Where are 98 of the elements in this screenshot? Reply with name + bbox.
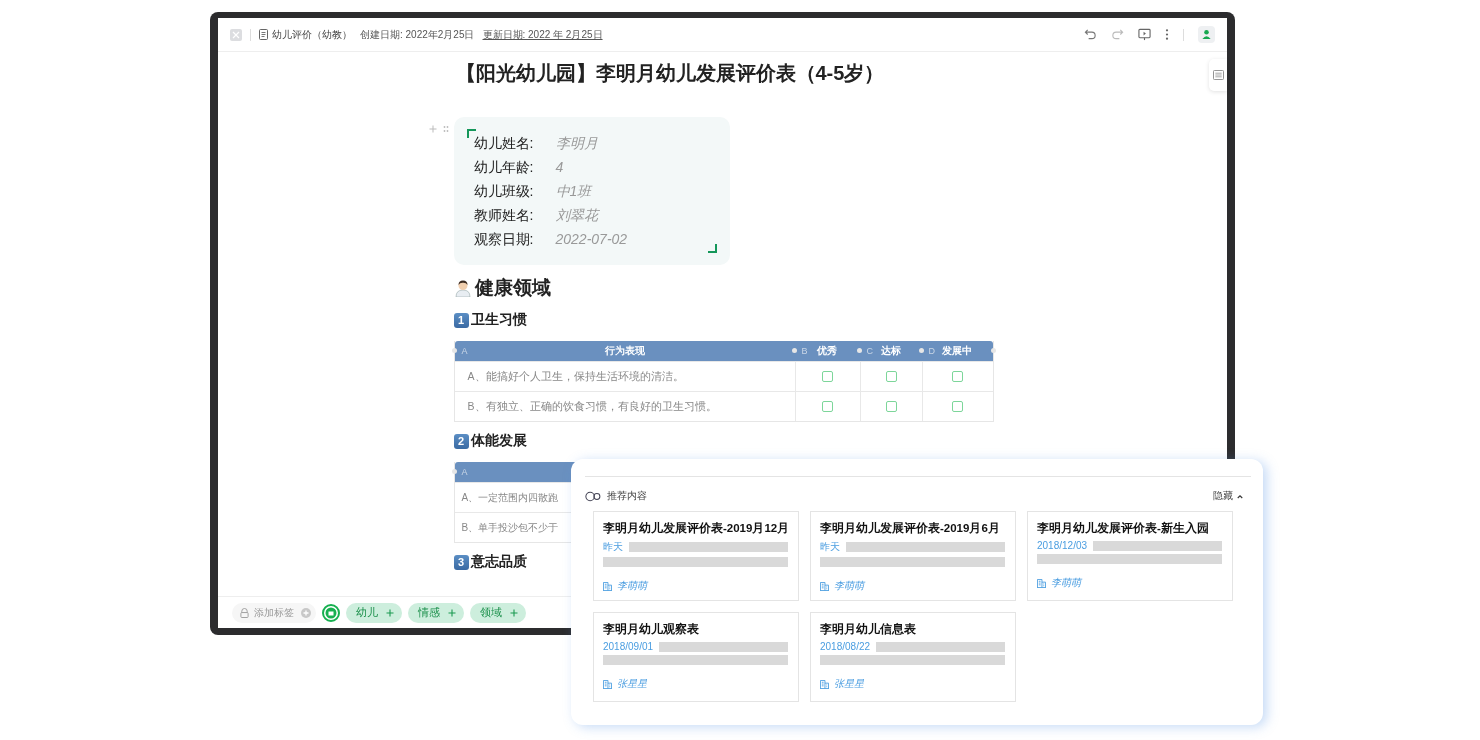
field-label: 幼儿班级: [473, 182, 535, 201]
drag-handle-icon[interactable] [442, 125, 449, 133]
column-header: 行为表现 [604, 344, 645, 358]
field-value: 4 [555, 158, 564, 177]
column-header: 达标 [880, 344, 901, 358]
document-title: 幼儿评价（幼教） [272, 27, 352, 42]
field-label: 教师姓名: [473, 206, 535, 225]
tag-chip[interactable]: 情感 [408, 602, 464, 623]
plus-icon[interactable] [386, 608, 394, 617]
section-heading: 健康领域 [474, 276, 551, 300]
more-icon[interactable] [1165, 28, 1169, 41]
field-value: 2022-07-02 [555, 230, 628, 249]
checkbox[interactable] [822, 371, 833, 382]
table-cell: B、有独立、正确的饮食习惯，有良好的卫生习惯。 [467, 399, 717, 414]
card-title: 李明月幼儿发展评价表-2019月6月 [820, 521, 1001, 536]
column-handle-icon[interactable] [791, 348, 797, 353]
caret-up-icon [1237, 493, 1243, 499]
corner-bracket-icon [466, 129, 476, 138]
outline-button[interactable] [1209, 59, 1227, 91]
column-letter: B [801, 346, 808, 356]
card-title: 李明月幼儿信息表 [820, 622, 917, 637]
tag-chip[interactable]: 领域 [470, 602, 526, 623]
card-title: 李明月幼儿观察表 [603, 622, 700, 637]
card-title: 李明月幼儿发展评价表-新生入园 [1037, 521, 1210, 536]
number-badge: 1 [453, 312, 469, 328]
table-cell: A、一定范围内四散跑 [461, 490, 559, 505]
card-date: 2018/09/01 [603, 641, 654, 652]
number-badge: 2 [453, 433, 469, 449]
column-handle-icon[interactable] [451, 469, 457, 474]
column-handle-icon[interactable] [990, 348, 996, 353]
updated-date-link[interactable]: 更新日期: 2022 年 2月25日 [482, 27, 603, 42]
subsection-heading: 体能发展 [470, 432, 527, 450]
document-card[interactable]: 李明月幼儿观察表 2018/09/01 张星星 [593, 612, 799, 702]
card-title: 李明月幼儿发展评价表-2019月12月 [603, 521, 788, 536]
add-icon[interactable] [301, 607, 311, 618]
checkbox[interactable] [951, 401, 963, 412]
card-date: 2018/08/22 [820, 641, 871, 652]
person-icon [453, 279, 472, 297]
presentation-icon[interactable] [1138, 28, 1151, 41]
card-author: 张星星 [834, 677, 864, 691]
checkbox[interactable] [822, 401, 833, 412]
checkbox[interactable] [951, 371, 963, 382]
building-icon [1037, 578, 1046, 588]
user-avatar[interactable] [1198, 26, 1215, 43]
redo-icon[interactable] [1111, 28, 1124, 41]
card-author: 李萌萌 [1051, 576, 1081, 590]
field-value: 李明月 [555, 134, 598, 153]
document-card[interactable]: 李明月幼儿发展评价表-新生入园 2018/12/03 李萌萌 [1027, 511, 1233, 601]
table-cell: A、能搞好个人卫生，保持生活环境的清洁。 [467, 369, 684, 384]
field-label: 幼儿年龄: [473, 158, 535, 177]
tag-chip[interactable]: 幼儿 [346, 602, 402, 623]
building-icon [603, 679, 612, 689]
column-header: 发展中 [941, 344, 972, 358]
panel-title: 推荐内容 [607, 489, 647, 503]
number-badge: 3 [453, 554, 469, 570]
table-cell: B、单手投沙包不少于 [461, 520, 559, 535]
field-value: 中1班 [555, 182, 592, 201]
subsection-heading: 卫生习惯 [470, 311, 527, 329]
document-icon [259, 29, 268, 40]
hide-button[interactable]: 隐藏 [1213, 489, 1243, 503]
plus-icon[interactable] [448, 608, 456, 617]
column-letter: D [928, 346, 935, 356]
document-heading: 【阳光幼儿园】李明月幼儿发展评价表（4-5岁） [455, 61, 886, 86]
infinity-icon [585, 490, 602, 502]
app-icon[interactable] [230, 28, 242, 41]
building-icon [820, 679, 829, 689]
card-date: 昨天 [820, 540, 840, 554]
column-handle-icon[interactable] [918, 348, 924, 353]
card-date: 2018/12/03 [1037, 540, 1088, 551]
column-handle-icon[interactable] [856, 348, 862, 353]
column-header: 优秀 [817, 344, 837, 358]
document-card[interactable]: 李明月幼儿信息表 2018/08/22 张星星 [810, 612, 1016, 702]
undo-icon[interactable] [1084, 28, 1097, 41]
lock-icon [240, 607, 249, 618]
building-icon [603, 581, 612, 591]
building-icon [820, 581, 829, 591]
field-value: 刘翠花 [555, 206, 598, 225]
document-card[interactable]: 李明月幼儿发展评价表-2019月6月 昨天 李萌萌 [810, 511, 1016, 601]
card-date: 昨天 [603, 540, 623, 554]
card-author: 李萌萌 [834, 579, 864, 593]
card-author: 李萌萌 [617, 579, 647, 593]
column-handle-icon[interactable] [451, 348, 457, 353]
plus-icon[interactable] [510, 608, 518, 617]
add-tag-field[interactable]: 添加标签 [232, 602, 316, 623]
column-letter: A [461, 346, 468, 356]
column-letter: C [866, 346, 873, 356]
card-author: 张星星 [617, 677, 647, 691]
checkbox[interactable] [885, 371, 897, 382]
subsection-heading: 意志品质 [470, 553, 527, 571]
field-label: 观察日期: [473, 230, 535, 249]
created-date: 创建日期: 2022年2月25日 [360, 27, 475, 42]
list-icon [1212, 70, 1224, 80]
add-block-icon[interactable] [428, 125, 437, 133]
column-letter: A [461, 467, 468, 477]
document-card[interactable]: 李明月幼儿发展评价表-2019月12月 昨天 李萌萌 [593, 511, 799, 601]
field-label: 幼儿姓名: [473, 134, 535, 153]
checkbox[interactable] [885, 401, 897, 412]
corner-bracket-icon [707, 244, 717, 253]
